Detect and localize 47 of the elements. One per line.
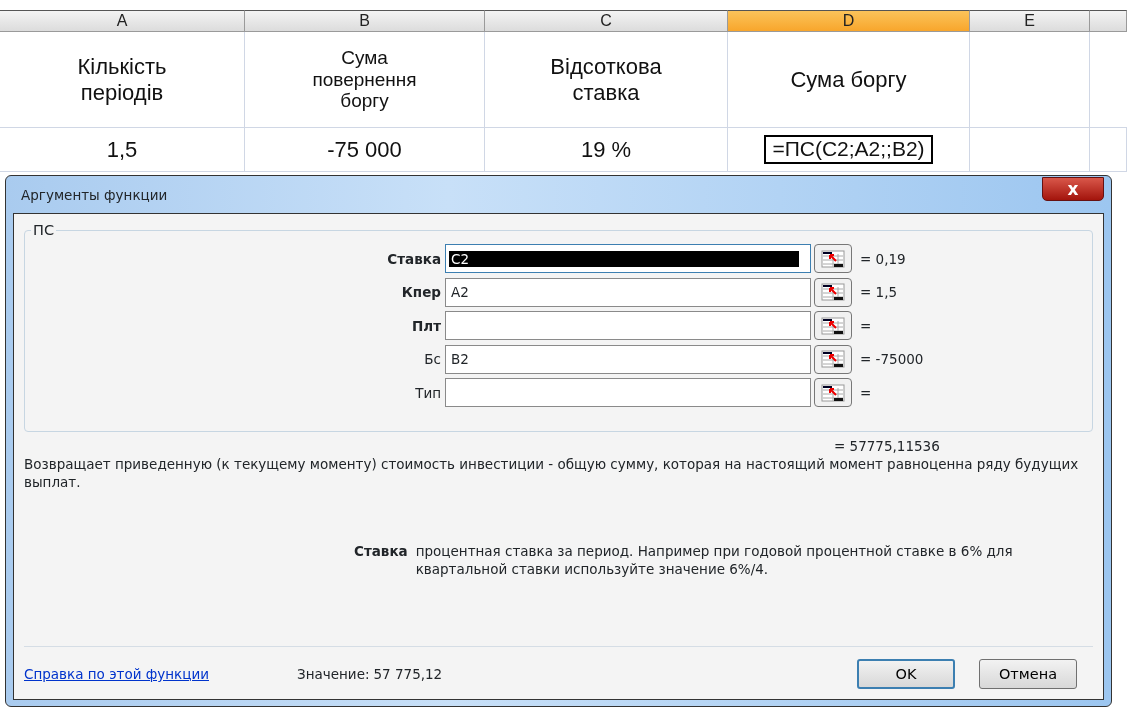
- argument-label: Плт: [411, 317, 442, 334]
- table-cell: -75 000: [245, 128, 485, 172]
- argument-field[interactable]: [445, 311, 811, 341]
- dialog-button[interactable]: OK: [857, 659, 955, 689]
- collapse-dialog-button[interactable]: [814, 344, 852, 374]
- argument-label: Кпер: [400, 284, 442, 301]
- argument-label: Ставка: [386, 250, 442, 267]
- argument-result: =: [859, 317, 872, 334]
- function-description: Возвращает приведенную (к текущему моменту) стоимость инвестиции - общую сумму, которая на настоящий момент равноценна ряду будущих выплат.: [24, 456, 1080, 492]
- column-header[interactable]: B: [245, 10, 485, 32]
- argument-field[interactable]: A2: [445, 277, 811, 307]
- table-cell: Сума боргу: [728, 32, 970, 128]
- argument-label: Тип: [414, 384, 442, 401]
- close-button[interactable]: x: [1042, 176, 1104, 201]
- column-header[interactable]: C: [485, 10, 728, 32]
- collapse-dialog-button[interactable]: [814, 244, 852, 274]
- argument-description: процентная ставка за период. Например при годовой процентной ставке в 6% для квартальной ставки используйте значение 6%/4.: [415, 543, 1014, 579]
- argument-result: =: [859, 384, 872, 401]
- table-cell: Кількість періодів: [0, 32, 245, 128]
- table-cell: 1,5: [0, 128, 245, 172]
- dialog-button[interactable]: Отмена: [979, 659, 1077, 689]
- column-header[interactable]: A: [0, 10, 245, 32]
- column-header[interactable]: E: [970, 10, 1090, 32]
- argument-name: Ставка: [354, 543, 408, 562]
- argument-result: = -75000: [859, 351, 924, 368]
- value-text: 57 775,12: [373, 666, 443, 682]
- column-header[interactable]: D: [728, 10, 970, 32]
- argument-field[interactable]: [445, 378, 811, 408]
- dialog-title: Аргументы функции: [21, 186, 168, 203]
- table-cell: 19 %: [485, 128, 728, 172]
- help-link[interactable]: Справка по этой функции: [24, 666, 209, 682]
- collapse-dialog-button[interactable]: [814, 378, 852, 408]
- formula-result: = 57775,11536: [834, 438, 940, 454]
- collapse-dialog-button[interactable]: [814, 311, 852, 341]
- argument-field[interactable]: C2: [445, 244, 811, 274]
- collapse-dialog-button[interactable]: [814, 277, 852, 307]
- table-cell: Відсоткова ставка: [485, 32, 728, 128]
- group-label: ПС: [32, 222, 56, 238]
- column-header[interactable]: [1090, 10, 1127, 32]
- argument-field[interactable]: B2: [445, 344, 811, 374]
- argument-result: = 1,5: [859, 284, 898, 301]
- value-label: Значение:: [297, 666, 370, 682]
- argument-result: = 0,19: [859, 250, 906, 267]
- table-cell: Сума повернення боргу: [245, 32, 485, 128]
- cell-editor[interactable]: =ПС(C2;A2;;B2): [764, 135, 933, 164]
- argument-label: Бс: [423, 351, 442, 368]
- table-cell: [1090, 128, 1127, 172]
